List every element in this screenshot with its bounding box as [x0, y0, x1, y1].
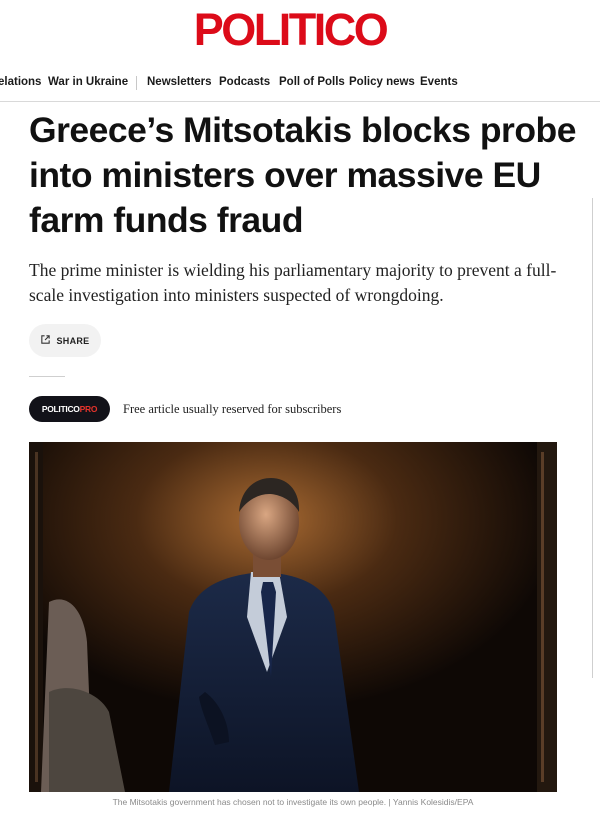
share-button[interactable]: SHARE — [29, 324, 101, 357]
nav-separator — [136, 76, 137, 90]
top-nav: elations War in Ukraine Newsletters Podc… — [0, 70, 600, 97]
article-headline: Greece’s Mitsotakis blocks probe into mi… — [29, 110, 576, 240]
nav-item-war-in-ukraine[interactable]: War in Ukraine — [48, 76, 128, 88]
nav-item-events[interactable]: Events — [420, 76, 458, 88]
nav-item-poll-of-polls[interactable]: Poll of Polls — [279, 76, 345, 88]
section-divider — [29, 376, 65, 377]
share-icon — [40, 332, 51, 350]
nav-item-newsletters[interactable]: Newsletters — [147, 76, 212, 88]
pro-badge-brand: POLITICO — [41, 404, 80, 414]
nav-item-podcasts[interactable]: Podcasts — [219, 76, 270, 88]
nav-item-relations[interactable]: elations — [0, 76, 41, 88]
nav-divider — [0, 101, 600, 102]
article-dek: The prime minister is wielding his parli… — [29, 260, 557, 305]
politico-pro-badge[interactable]: POLITICO PRO — [29, 396, 110, 422]
politico-logo[interactable]: POLITICO — [0, 4, 580, 56]
sidebar-divider — [592, 198, 593, 678]
nav-item-policy-news[interactable]: Policy news — [349, 76, 415, 88]
pro-badge-pro: PRO — [79, 404, 98, 414]
article-photo — [29, 442, 557, 792]
share-label: SHARE — [56, 335, 90, 346]
masthead: POLITICO — [0, 0, 600, 62]
free-article-note: Free article usually reserved for subscr… — [123, 402, 342, 416]
photo-caption: The Mitsotakis government has chosen not… — [112, 797, 474, 807]
